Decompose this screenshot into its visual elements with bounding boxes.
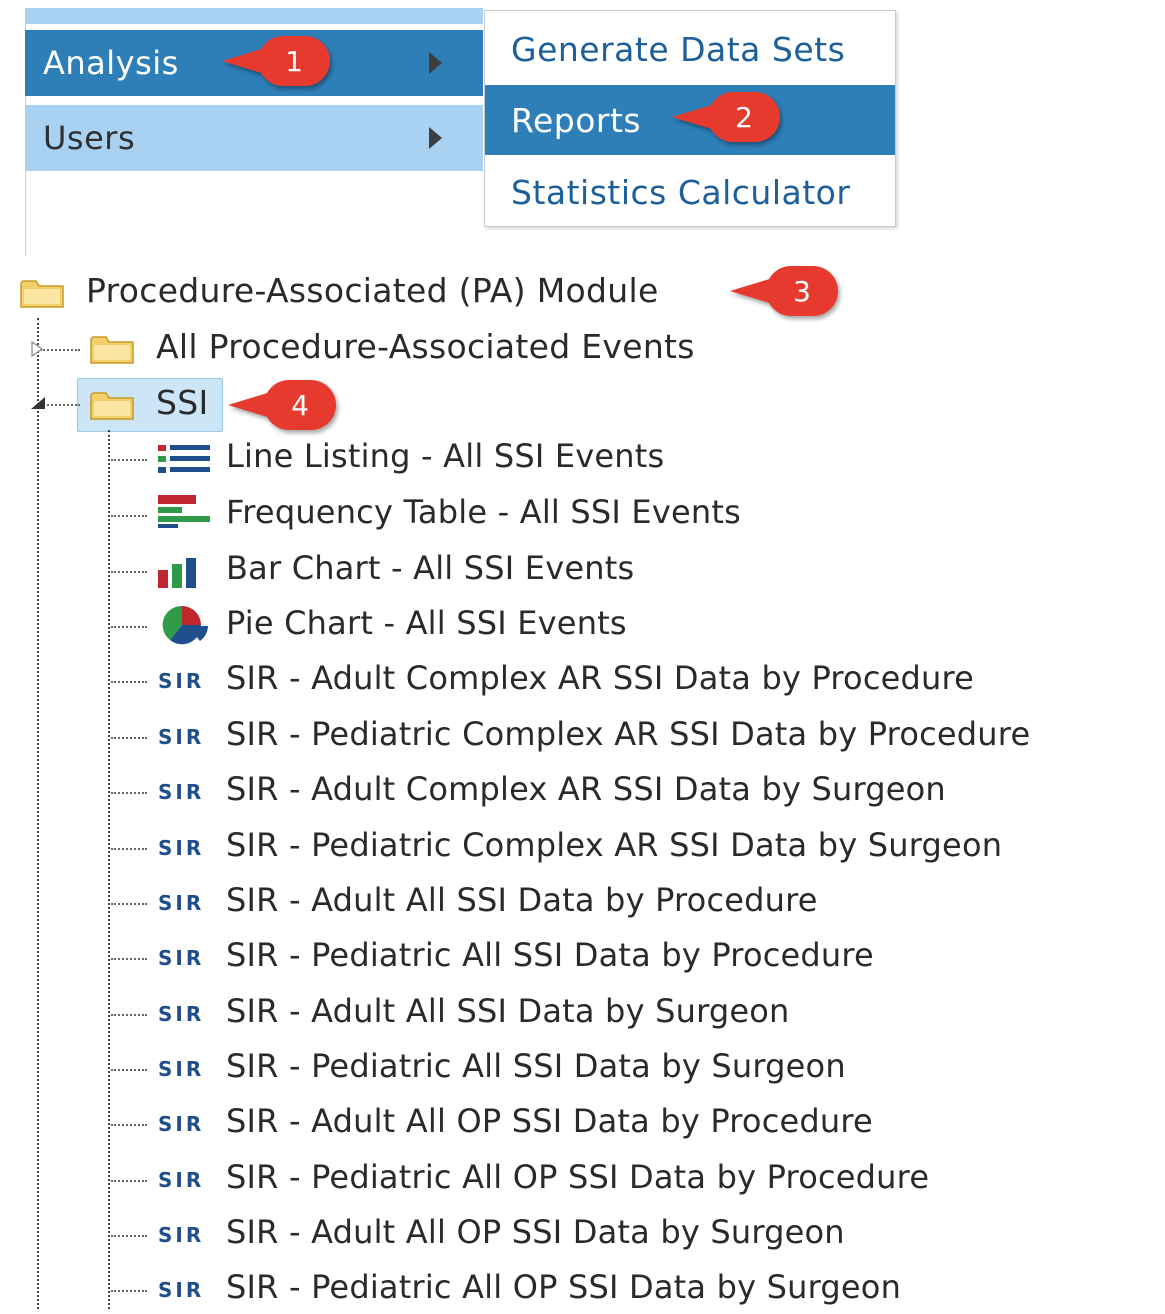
sir-icon: SIR [158, 946, 205, 970]
tree-connector [111, 1124, 147, 1126]
report-label: SIR - Adult All OP SSI Data by Surgeon [226, 1213, 845, 1251]
pie-chart-icon [162, 605, 208, 645]
report-label: SIR - Adult All SSI Data by Surgeon [226, 992, 790, 1030]
tree-folder-ssi[interactable]: SSI [156, 383, 209, 422]
sir-icon: SIR [158, 836, 205, 860]
tree-connector [111, 903, 147, 905]
callout-2: 2 [672, 92, 780, 142]
tree-connector [111, 459, 147, 461]
sir-icon: SIR [158, 669, 205, 693]
report-label: SIR - Adult Complex AR SSI Data by Proce… [226, 659, 975, 697]
tree-connector [111, 515, 147, 517]
report-label: SIR - Pediatric Complex AR SSI Data by P… [226, 715, 1031, 753]
folder-icon [90, 336, 134, 364]
menu-item-users[interactable]: Users [25, 105, 483, 171]
report-sir-row[interactable]: SIR SIR - Adult All SSI Data by Procedur… [0, 879, 1165, 927]
tree-root-label[interactable]: Procedure-Associated (PA) Module [86, 271, 659, 310]
report-pie-chart[interactable]: Pie Chart - All SSI Events [0, 602, 1165, 650]
callout-1: 1 [222, 36, 330, 86]
menu-item-label: Users [43, 119, 136, 157]
submenu-item-label: Generate Data Sets [511, 29, 846, 69]
tree-connector [111, 1180, 147, 1182]
tree-connector [40, 404, 80, 406]
folder-icon [90, 392, 134, 420]
report-label: SIR - Pediatric All SSI Data by Surgeon [226, 1047, 846, 1085]
report-label: SIR - Adult Complex AR SSI Data by Surge… [226, 770, 946, 808]
callout-number: 3 [766, 266, 838, 316]
sir-icon: SIR [158, 1168, 205, 1192]
report-label: Line Listing - All SSI Events [226, 437, 665, 475]
callout-number: 2 [708, 92, 780, 142]
report-frequency-table[interactable]: Frequency Table - All SSI Events [0, 491, 1165, 539]
folder-icon [20, 280, 64, 308]
tree-connector [111, 626, 147, 628]
report-bar-chart[interactable]: Bar Chart - All SSI Events [0, 547, 1165, 595]
report-label: SIR - Adult All OP SSI Data by Procedure [226, 1102, 873, 1140]
sir-icon: SIR [158, 891, 205, 915]
report-sir-row[interactable]: SIR SIR - Adult All OP SSI Data by Proce… [0, 1100, 1165, 1148]
sir-icon: SIR [158, 1112, 205, 1136]
tree-connector [111, 737, 147, 739]
sir-icon: SIR [158, 725, 205, 749]
report-line-listing[interactable]: Line Listing - All SSI Events [0, 435, 1165, 483]
report-label: Frequency Table - All SSI Events [226, 493, 741, 531]
report-label: SIR - Pediatric All OP SSI Data by Proce… [226, 1158, 930, 1196]
report-sir-row[interactable]: SIR SIR - Adult Complex AR SSI Data by S… [0, 768, 1165, 816]
report-label: SIR - Pediatric Complex AR SSI Data by S… [226, 826, 1003, 864]
bar-chart-icon [158, 558, 196, 588]
submenu-item-statistics-calculator[interactable]: Statistics Calculator [485, 157, 895, 227]
tree-connector [111, 792, 147, 794]
report-sir-row[interactable]: SIR SIR - Pediatric All OP SSI Data by P… [0, 1156, 1165, 1204]
report-label: Bar Chart - All SSI Events [226, 549, 635, 587]
report-label: Pie Chart - All SSI Events [226, 604, 627, 642]
report-sir-row[interactable]: SIR SIR - Pediatric All SSI Data by Surg… [0, 1045, 1165, 1093]
tree-connector [111, 1014, 147, 1016]
tree-connector [111, 571, 147, 573]
report-sir-row[interactable]: SIR SIR - Pediatric Complex AR SSI Data … [0, 713, 1165, 761]
expand-arrow-icon[interactable] [30, 341, 44, 357]
menu-item-label: Analysis [43, 44, 179, 82]
report-label: SIR - Pediatric All OP SSI Data by Surge… [226, 1268, 902, 1306]
sir-icon: SIR [158, 1002, 205, 1026]
report-label: SIR - Pediatric All SSI Data by Procedur… [226, 936, 874, 974]
submenu-item-generate-data-sets[interactable]: Generate Data Sets [485, 14, 895, 84]
report-sir-row[interactable]: SIR SIR - Pediatric All SSI Data by Proc… [0, 934, 1165, 982]
report-sir-row[interactable]: SIR SIR - Pediatric Complex AR SSI Data … [0, 824, 1165, 872]
submenu-item-label: Statistics Calculator [511, 172, 851, 212]
line-listing-icon [158, 445, 210, 473]
tree-folder-all-pa-events[interactable]: All Procedure-Associated Events [156, 327, 695, 366]
tree-connector [111, 681, 147, 683]
collapse-arrow-icon[interactable] [30, 396, 46, 410]
sir-icon: SIR [158, 780, 205, 804]
menu-top-strip [25, 8, 483, 24]
callout-4: 4 [228, 380, 336, 430]
tree-connector [111, 1290, 147, 1292]
tree-connector [111, 1235, 147, 1237]
report-sir-row[interactable]: SIR SIR - Pediatric All OP SSI Data by S… [0, 1266, 1165, 1314]
report-sir-row[interactable]: SIR SIR - Adult All OP SSI Data by Surge… [0, 1211, 1165, 1259]
callout-number: 4 [264, 380, 336, 430]
tree-connector [111, 958, 147, 960]
callout-number: 1 [258, 36, 330, 86]
sir-icon: SIR [158, 1223, 205, 1247]
submenu-arrow-icon [429, 127, 442, 149]
report-sir-row[interactable]: SIR SIR - Adult Complex AR SSI Data by P… [0, 657, 1165, 705]
callout-3: 3 [730, 266, 838, 316]
tree-connector [111, 1069, 147, 1071]
frequency-table-icon [158, 495, 210, 528]
report-sir-row[interactable]: SIR SIR - Adult All SSI Data by Surgeon [0, 990, 1165, 1038]
submenu-arrow-icon [429, 52, 442, 74]
tree-connector [40, 349, 80, 351]
submenu-item-label: Reports [511, 100, 642, 140]
sir-icon: SIR [158, 1278, 205, 1302]
tree-connector [111, 848, 147, 850]
sir-icon: SIR [158, 1057, 205, 1081]
report-label: SIR - Adult All SSI Data by Procedure [226, 881, 818, 919]
